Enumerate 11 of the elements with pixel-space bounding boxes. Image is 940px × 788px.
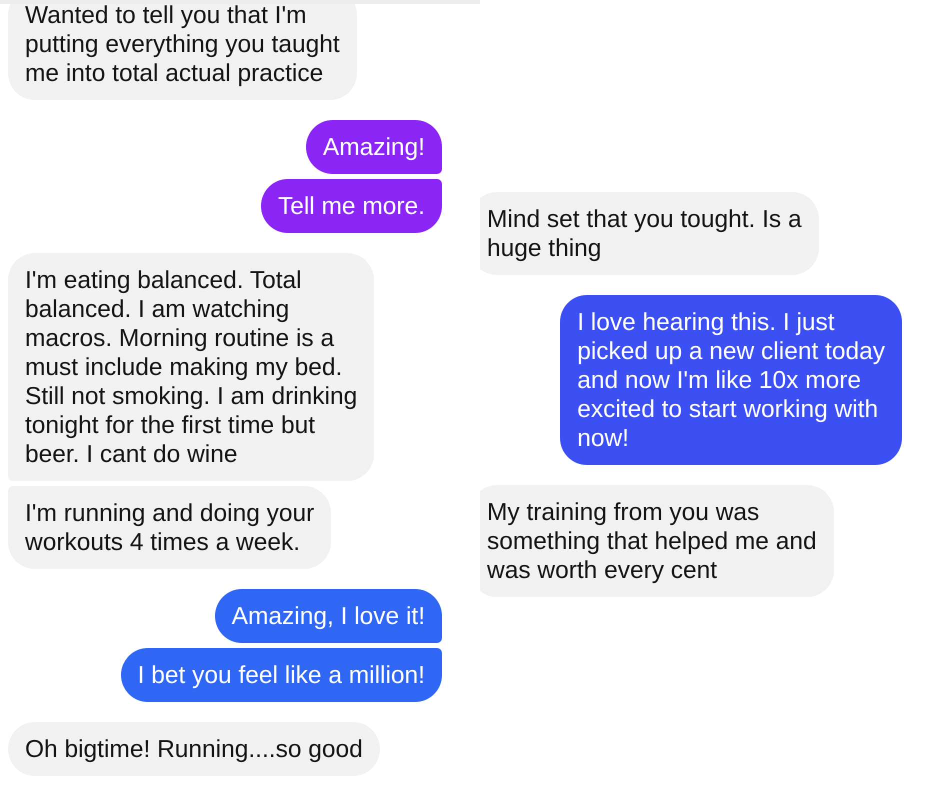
received-message: Wanted to tell you that I'm putting everything you taught me into total actual practice [8,4,357,100]
sent-message: Tell me more. [260,179,442,233]
received-message: I'm running and doing your workouts 4 times a week. [8,486,332,569]
received-message: Mind set that you tought. Is a huge thing [480,192,819,275]
received-message: My training from you was something that helped me and was worth every cent [480,485,834,597]
sent-message: I bet you feel like a million! [120,648,442,702]
sent-message: Amazing! [306,120,442,174]
received-message: I'm eating balanced. Total balanced. I am watching macros. Morning routine is a must include making my bed. Still not smoking. I am drinking tonight for the first time but beer. I cant do wine [8,253,374,481]
sent-message: Amazing, I love it! [214,589,442,643]
received-message: Oh bigtime! Running....so good [8,722,380,776]
sent-message: I love hearing this. I just picked up a new client today and now I'm like 10x more excited to start working with now! [560,295,902,465]
